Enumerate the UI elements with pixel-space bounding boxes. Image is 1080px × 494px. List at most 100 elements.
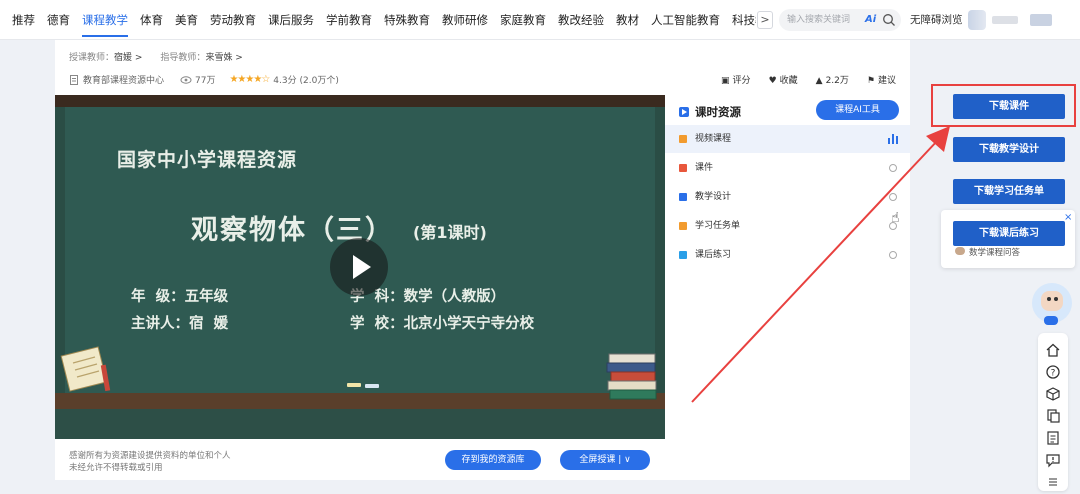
- nav-item[interactable]: 学前教育: [326, 0, 372, 40]
- nav-more-button[interactable]: >: [757, 11, 773, 29]
- document-list-icon[interactable]: [1045, 430, 1061, 446]
- nav-item[interactable]: 教材: [616, 0, 639, 40]
- resource-radio[interactable]: [889, 251, 897, 259]
- robot-face: [1041, 291, 1063, 311]
- hand-cursor-icon: ☝: [891, 210, 900, 226]
- robot-eye-right: [1054, 297, 1058, 301]
- heart-icon: ♥: [768, 76, 777, 86]
- qa-subtitle-text: 数学课程问答: [969, 248, 1021, 258]
- nav-item[interactable]: 课后服务: [268, 0, 314, 40]
- chat-icon[interactable]: [1045, 452, 1061, 468]
- course-ai-tool-button[interactable]: 课程AI工具: [816, 100, 899, 120]
- save-to-library-button[interactable]: 存到我的资源库: [445, 450, 541, 470]
- lesson-actions: ▣ 评分 ♥ 收藏 ▲ 2.2万 ⚑ 建议: [721, 73, 896, 86]
- resource-radio[interactable]: [889, 193, 897, 201]
- teacher-name-link[interactable]: 宿媛 >: [114, 53, 142, 63]
- video-player[interactable]: 国家中小学课程资源 观察物体（三） (第1课时) 年 级：五年级 学 科：数学（…: [55, 95, 665, 439]
- resource-type-icon: [679, 164, 687, 172]
- rating-count: (2.0万个): [299, 76, 339, 86]
- board-bottom: [55, 409, 665, 439]
- resource-item[interactable]: 课件: [665, 154, 910, 182]
- nav-items: 推荐 德育 课程教学 体育 美育 劳动教育 课后服务 学前教育 特殊教育 教师研修 家庭教育 教改经验…: [0, 0, 756, 40]
- rate-action[interactable]: ▣ 评分: [721, 73, 751, 86]
- note-line-2: 未经允许不得转载或引用: [69, 463, 163, 473]
- copyright-note: 感谢所有为资源建设提供资料的单位和个人 未经允许不得转载或引用: [69, 450, 231, 474]
- nav-item[interactable]: 劳动教育: [210, 0, 256, 40]
- document-icon: [70, 74, 78, 85]
- search-icon[interactable]: [882, 13, 896, 27]
- nav-item[interactable]: 特殊教育: [384, 0, 430, 40]
- qa-icon: [955, 247, 965, 255]
- lesson-card: 授课教师：宿媛 > 指导教师：来雪姝 > 教育部课程资源中心 77万 ★★★★☆ …: [55, 40, 910, 480]
- download-tasksheet-button[interactable]: 下载学习任务单: [953, 179, 1065, 204]
- nav-item[interactable]: 德育: [47, 0, 70, 40]
- popup-close-icon[interactable]: ×: [1064, 212, 1072, 223]
- nav-item[interactable]: 教改经验: [558, 0, 604, 40]
- download-design-button[interactable]: 下载教学设计: [953, 137, 1065, 162]
- home-icon[interactable]: [1045, 342, 1061, 358]
- play-icon[interactable]: [330, 238, 388, 296]
- eye-icon: [180, 75, 192, 84]
- resource-item[interactable]: 教学设计: [665, 183, 910, 211]
- resource-item[interactable]: 视频课程: [665, 125, 910, 153]
- resource-type-icon: [679, 193, 687, 201]
- source-label: 教育部课程资源中心: [83, 76, 165, 86]
- favorite-action[interactable]: ♥ 收藏: [769, 73, 798, 86]
- like-action[interactable]: ▲ 2.2万: [816, 73, 849, 86]
- video-resource-icon: [679, 107, 689, 117]
- note-line-1: 感谢所有为资源建设提供资料的单位和个人: [69, 451, 231, 461]
- comment-icon: ▣: [721, 76, 730, 86]
- download-courseware-button[interactable]: 下载课件: [953, 94, 1065, 119]
- nav-item[interactable]: 教师研修: [442, 0, 488, 40]
- lesson-period: (第1课时): [413, 223, 487, 242]
- view-count: 77万: [195, 76, 216, 86]
- ai-icon[interactable]: Ai: [865, 12, 876, 28]
- notebook-decoration-icon: [60, 346, 111, 392]
- accessibility-link[interactable]: 无障碍浏览: [910, 0, 963, 40]
- resource-item-label: 视频课程: [695, 134, 732, 144]
- suggest-label: 建议: [877, 76, 896, 86]
- school-line: 学 校：北京小学天宁寺分校: [350, 315, 535, 332]
- qa-subtitle[interactable]: 数学课程问答: [955, 246, 1020, 258]
- bar-chart-icon: [888, 134, 898, 144]
- guide-name-link[interactable]: 来雪姝 >: [205, 53, 242, 63]
- copy-icon[interactable]: [1045, 408, 1061, 424]
- fullscreen-teach-button[interactable]: 全屏授课 | ∨: [560, 450, 650, 470]
- search-box: Ai: [779, 9, 901, 31]
- download-exercise-button[interactable]: 下载课后练习: [953, 221, 1065, 246]
- resource-panel-title: 课时资源: [679, 104, 741, 120]
- cube-icon[interactable]: [1045, 386, 1061, 402]
- suggest-action[interactable]: ⚑ 建议: [867, 73, 896, 86]
- search-input[interactable]: [787, 12, 861, 28]
- like-count: 2.2万: [825, 76, 849, 86]
- teacher-line: 主讲人：宿 媛: [131, 315, 229, 332]
- thumb-icon: ▲: [815, 76, 823, 86]
- board-title: 国家中小学课程资源: [117, 149, 298, 171]
- books-decoration-icon: [606, 353, 657, 400]
- star-rating: ★★★★☆: [229, 74, 270, 85]
- nav-item[interactable]: 课程教学: [82, 0, 128, 40]
- nav-item[interactable]: 推荐: [12, 0, 35, 40]
- resource-panel: 课时资源 课程AI工具 视频课程课件教学设计学习任务单课后练习: [665, 95, 910, 480]
- robot-eye-left: [1047, 297, 1051, 301]
- rate-label: 评分: [732, 76, 751, 86]
- resource-item[interactable]: 课后练习: [665, 241, 910, 269]
- resource-item-label: 课后练习: [695, 250, 732, 260]
- resource-item-label: 教学设计: [695, 192, 732, 202]
- nav-item[interactable]: 科技教育: [732, 0, 756, 40]
- nav-item[interactable]: 人工智能教育: [651, 0, 720, 40]
- resource-radio[interactable]: [889, 164, 897, 172]
- avatar[interactable]: [968, 10, 986, 30]
- user-badge-blurred: [1030, 14, 1052, 26]
- help-icon[interactable]: ?: [1045, 364, 1061, 380]
- nav-item[interactable]: 美育: [175, 0, 198, 40]
- guide-label: 指导教师：: [160, 53, 206, 63]
- teacher-label: 授课教师：: [69, 53, 115, 63]
- resource-type-icon: [679, 135, 687, 143]
- menu-icon[interactable]: [1045, 473, 1061, 489]
- chalk-decoration-icon: [347, 383, 379, 388]
- resource-title-text: 课时资源: [695, 105, 741, 119]
- nav-item[interactable]: 体育: [140, 0, 163, 40]
- nav-item[interactable]: 家庭教育: [500, 0, 546, 40]
- resource-item[interactable]: 学习任务单: [665, 212, 910, 240]
